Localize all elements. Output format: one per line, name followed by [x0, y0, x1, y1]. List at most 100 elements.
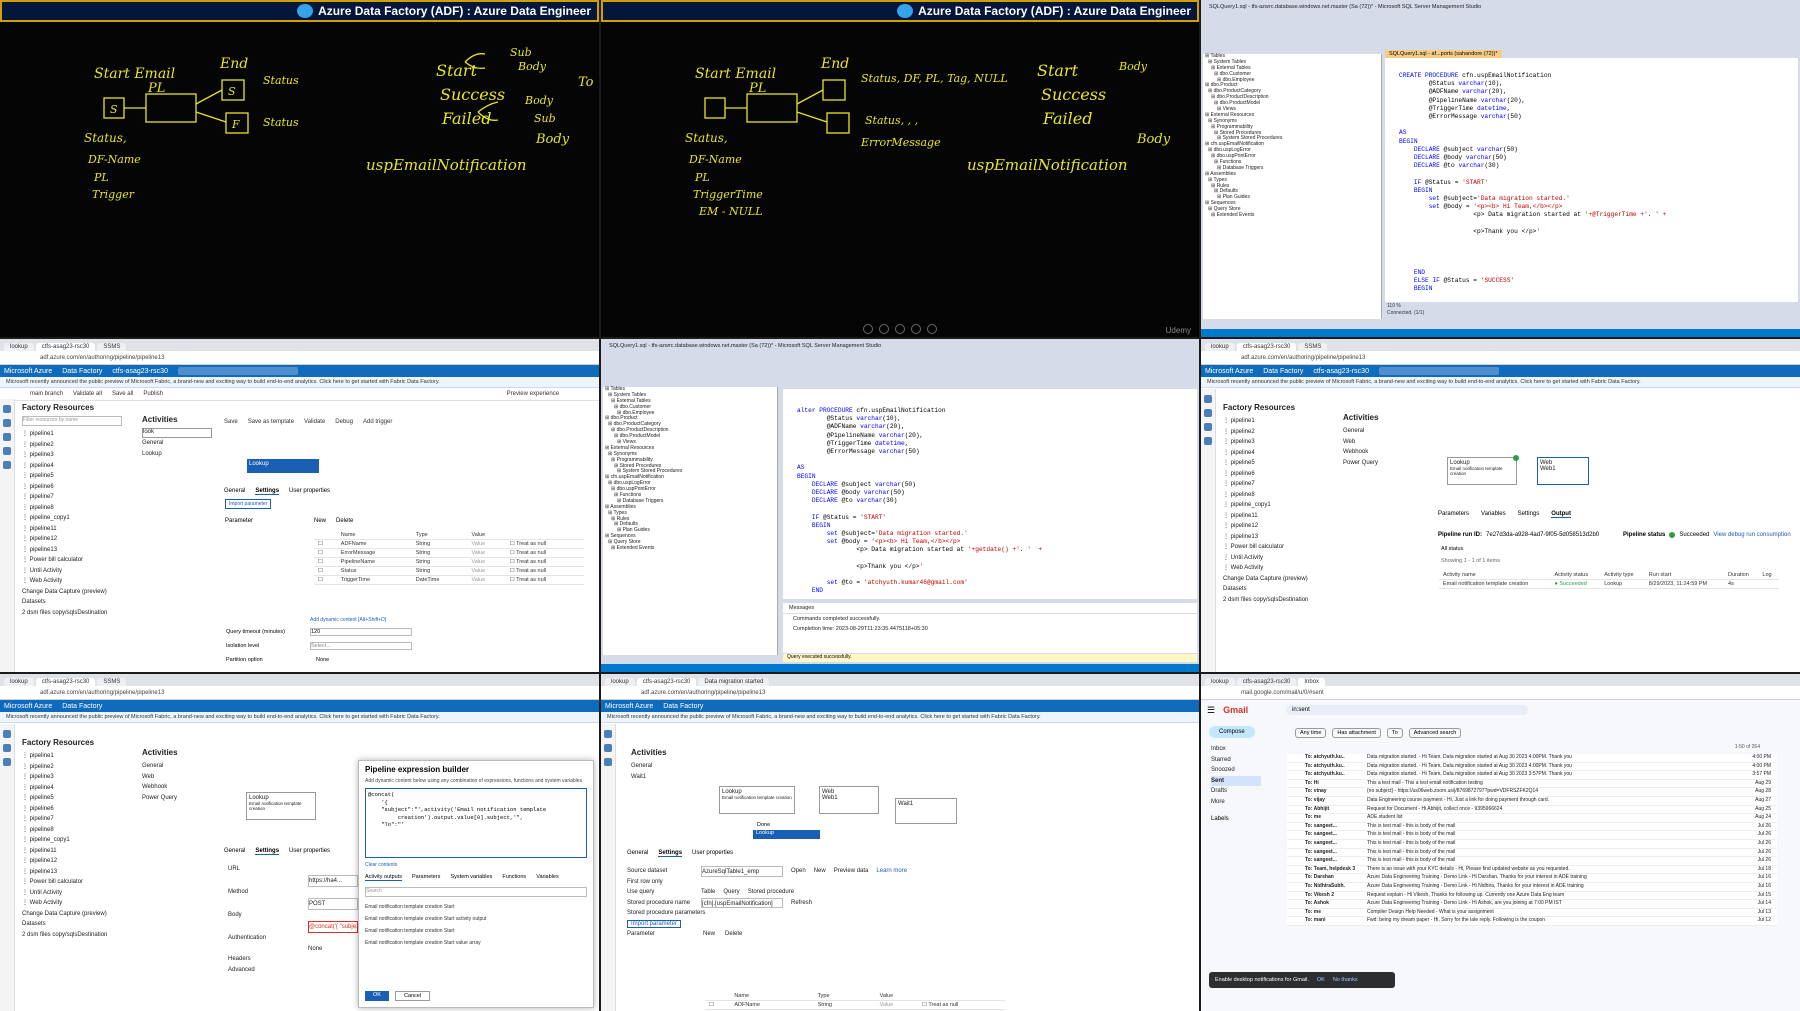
- ok-button[interactable]: OK: [365, 991, 389, 1001]
- pipeline-item[interactable]: ⋮ pipeline1: [22, 429, 122, 440]
- table-row[interactable]: ☐ Status String Value ☐ Treat as null: [314, 566, 584, 576]
- eraser-icon[interactable]: [895, 324, 905, 334]
- pipeline-item[interactable]: ⋮ pipeline_copy1: [1223, 500, 1323, 511]
- output-tab-output[interactable]: Output: [1551, 511, 1571, 518]
- gmail-nav-more[interactable]: More: [1211, 797, 1261, 808]
- learn-icon[interactable]: [3, 461, 11, 469]
- browser-tabs[interactable]: lookup ctfs-asag23-rsc30 SSMS: [0, 339, 599, 351]
- preview-experience-toggle[interactable]: Preview experience: [507, 391, 559, 397]
- pipeline-item[interactable]: ⋮ Web Activity: [1223, 563, 1323, 574]
- pipeline-item[interactable]: ⋮ pipeline5: [22, 471, 122, 482]
- toolbar-validate-button[interactable]: Validate: [304, 419, 325, 425]
- branch-selector[interactable]: main branch: [30, 391, 63, 397]
- list-item[interactable]: To: NidhiraSubh. Azure Data Engineering T…: [1287, 883, 1777, 892]
- new-param-button[interactable]: New: [314, 518, 326, 524]
- toolbar-save-button[interactable]: Save: [224, 419, 238, 425]
- next-icon[interactable]: [927, 324, 937, 334]
- pipeline-item[interactable]: ⋮ pipeline3: [22, 450, 122, 461]
- wait-activity[interactable]: Wait1: [631, 772, 701, 783]
- builder-tab-parameters[interactable]: Parameters: [412, 874, 440, 881]
- query-radio[interactable]: Query: [723, 887, 739, 898]
- author-icon[interactable]: [3, 419, 11, 427]
- table-row[interactable]: ☐ ADFName String Value ☐ Treat as null: [314, 539, 584, 549]
- list-item[interactable]: To: sangeet... This is test mail - this i…: [1287, 823, 1777, 832]
- method-value[interactable]: POST: [308, 897, 358, 910]
- left-rail[interactable]: [1201, 389, 1216, 672]
- gmail-nav-drafts[interactable]: Drafts: [1211, 786, 1261, 797]
- web-activity[interactable]: Web: [1343, 437, 1413, 448]
- pipeline-item[interactable]: ⋮ Web Activity: [22, 576, 122, 587]
- delete-param-button[interactable]: Delete: [725, 929, 742, 940]
- list-item[interactable]: To: sangeet... This is test mail - this i…: [1287, 840, 1777, 849]
- builder-tab-variables[interactable]: Variables: [536, 874, 559, 881]
- lookup-node[interactable]: Lookup Email notification template creat…: [719, 786, 795, 814]
- first-row-only[interactable]: First row only: [627, 877, 927, 888]
- address-bar[interactable]: adf.azure.com/en/authoring/pipeline/pipe…: [0, 686, 599, 700]
- pipeline-item[interactable]: ⋮ pipeline12: [22, 534, 122, 545]
- stored-procedure-radio[interactable]: Stored procedure: [748, 887, 794, 898]
- list-item[interactable]: To: me Compiler Design Help Needed - What…: [1287, 909, 1777, 918]
- tab-settings[interactable]: Settings: [255, 848, 280, 855]
- gmail-nav-starred[interactable]: Starred: [1211, 755, 1261, 766]
- home-icon[interactable]: [3, 730, 11, 738]
- pipeline-item[interactable]: ⋮ pipeline6: [22, 482, 122, 493]
- source-dataset-select[interactable]: AzureSqlTable1_emp: [701, 866, 783, 877]
- open-link[interactable]: Open: [791, 866, 806, 877]
- pipeline-item[interactable]: ⋮ pipeline_copy1: [22, 513, 122, 524]
- list-item[interactable]: To: vinay {no subject} - https://us06web.…: [1287, 788, 1777, 797]
- snackbar-no-thanks[interactable]: No thanks: [1333, 977, 1358, 983]
- pipeline-item[interactable]: ⋮ pipeline5: [22, 793, 122, 804]
- browser-tabs[interactable]: lookup ctfs-asag23-rsc30 SSMS: [1201, 339, 1800, 351]
- toolbar-save-as-template-button[interactable]: Save as template: [248, 419, 294, 425]
- pipeline-item[interactable]: ⋮ pipeline2: [22, 762, 122, 773]
- table-row[interactable]: ☐ PipelineName String Value ☐ Treat as null: [314, 557, 584, 567]
- tab-general[interactable]: General: [627, 850, 648, 857]
- pipeline-item[interactable]: ⋮ pipeline2: [22, 440, 122, 451]
- output-tab-parameters[interactable]: Parameters: [1438, 511, 1469, 518]
- gmail-search[interactable]: in:sent: [1286, 705, 1529, 715]
- lookup-activity-node[interactable]: Lookup: [247, 459, 319, 473]
- pipeline-item[interactable]: ⋮ pipeline7: [22, 492, 122, 503]
- builder-search[interactable]: Search: [365, 887, 587, 897]
- preview-data-link[interactable]: Preview data: [834, 866, 869, 877]
- compose-button[interactable]: Compose: [1209, 726, 1255, 738]
- list-item[interactable]: To: atchyuth.ku.. Data migration started.…: [1287, 771, 1777, 780]
- pipeline-item[interactable]: ⋮ Power bill calculator: [22, 877, 122, 888]
- new-param-button[interactable]: New: [703, 929, 715, 940]
- resource-group-cdc[interactable]: Change Data Capture (preview): [1223, 574, 1323, 585]
- webhook-activity[interactable]: Webhook: [142, 782, 212, 793]
- toolbar-add-trigger-button[interactable]: Add trigger: [363, 419, 392, 425]
- object-explorer[interactable]: ⊞ Tables ⊞ System Tables ⊞ External Tables…: [1203, 53, 1382, 319]
- resource-group-datasets[interactable]: Datasets: [22, 597, 122, 608]
- list-item[interactable]: To: sangeet... This is test mail - this i…: [1287, 857, 1777, 866]
- output-tab-settings[interactable]: Settings: [1518, 511, 1540, 518]
- pipeline-item[interactable]: ⋮ pipeline11: [1223, 511, 1323, 522]
- azure-brand[interactable]: Microsoft Azure: [1205, 368, 1253, 375]
- wait-node[interactable]: Wait1: [895, 798, 957, 824]
- builder-tab-activity-outputs[interactable]: Activity outputs: [365, 874, 402, 881]
- menu-icon[interactable]: ☰: [1207, 705, 1215, 716]
- pipeline-item[interactable]: ⋮ pipeline4: [22, 783, 122, 794]
- monitor-icon[interactable]: [3, 433, 11, 441]
- power-query-activity[interactable]: Power Query: [1343, 458, 1413, 469]
- gmail-nav-inbox[interactable]: Inbox: [1211, 744, 1261, 755]
- monitor-icon[interactable]: [604, 758, 612, 766]
- pipeline-item[interactable]: ⋮ pipeline1: [1223, 416, 1323, 427]
- resource-group-dataset_item[interactable]: 2 dsm files copy/sqlsDestination: [22, 930, 122, 941]
- prev-icon[interactable]: [863, 324, 873, 334]
- gmail-nav-snoozed[interactable]: Snoozed: [1211, 765, 1261, 776]
- isolation-level-select[interactable]: Select...: [310, 642, 412, 650]
- delete-param-button[interactable]: Delete: [336, 518, 353, 524]
- refresh-button[interactable]: Refresh: [791, 898, 812, 909]
- object-explorer-item[interactable]: ⊞ Extended Events: [603, 545, 777, 552]
- factory-name[interactable]: ctfs-asag23-rsc30: [112, 368, 168, 375]
- address-bar[interactable]: mail.google.com/mail/u/0/#sent: [1201, 686, 1800, 700]
- pipeline-item[interactable]: ⋮ Web Activity: [22, 898, 122, 909]
- query-editor[interactable]: alter PROCEDURE cfn.uspEmailNotification…: [783, 389, 1197, 599]
- azure-brand[interactable]: Microsoft Azure: [605, 703, 653, 710]
- gmail-logo[interactable]: Gmail: [1223, 705, 1248, 715]
- pipeline-item[interactable]: ⋮ pipeline5: [1223, 458, 1323, 469]
- pipeline-item[interactable]: ⋮ pipeline13: [1223, 532, 1323, 543]
- home-icon[interactable]: [604, 730, 612, 738]
- resource-group-cdc[interactable]: Change Data Capture (preview): [22, 909, 122, 920]
